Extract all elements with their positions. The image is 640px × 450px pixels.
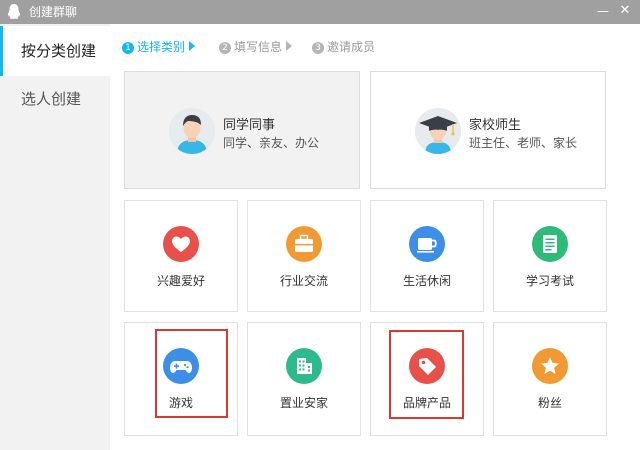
heart-icon (163, 226, 199, 262)
tile-label: 兴趣爱好 (156, 274, 205, 288)
step-arrow-icon (189, 41, 196, 51)
sidebar: 按分类创建 选人创建 (0, 24, 110, 450)
category-tile-hobbies[interactable]: 兴趣爱好 (124, 200, 238, 312)
building-icon (286, 348, 322, 384)
step-arrow-icon (286, 41, 293, 51)
step-fill-info: 2 填写信息 (219, 39, 293, 55)
tile-label: 行业交流 (279, 274, 328, 288)
card-title: 家校师生 (469, 118, 522, 133)
step-number: 1 (122, 42, 134, 54)
category-tile-study-exams[interactable]: 学习考试 (493, 200, 607, 312)
main-panel: 1 选择类别 2 填写信息 3 邀请成员 同学同事 同学、亲友、办公 家校师生 … (110, 24, 640, 450)
step-number: 3 (312, 42, 324, 54)
tile-label: 学习考试 (525, 274, 574, 288)
title-bar: 创建群聊 — ✕ (0, 0, 640, 24)
sidebar-item-create-by-people[interactable]: 选人创建 (0, 74, 110, 124)
tile-label: 生活休闲 (402, 274, 451, 288)
tile-label: 游戏 (168, 396, 193, 410)
category-tile-leisure[interactable]: 生活休闲 (370, 200, 484, 312)
coffee-cup-icon (409, 226, 445, 262)
category-tile-industry[interactable]: 行业交流 (247, 200, 361, 312)
category-card-school-teachers[interactable]: 家校师生 班主任、老师、家长 (370, 71, 606, 189)
card-subtitle: 同学、亲友、办公 (223, 136, 320, 150)
step-label: 选择类别 (137, 40, 186, 54)
card-title: 同学同事 (223, 118, 276, 133)
minimize-button[interactable]: — (594, 2, 612, 20)
star-icon (532, 348, 568, 384)
category-tile-brands[interactable]: 品牌产品 (370, 322, 484, 436)
briefcase-icon (286, 226, 322, 262)
gamepad-icon (163, 348, 199, 384)
graduation-cap-icon (415, 108, 461, 154)
step-label: 填写信息 (234, 40, 283, 54)
close-button[interactable]: ✕ (616, 2, 634, 20)
step-number: 2 (219, 42, 231, 54)
sidebar-item-create-by-category[interactable]: 按分类创建 (0, 26, 110, 76)
step-invite-members: 3 邀请成员 (312, 39, 375, 55)
tile-label: 粉丝 (537, 396, 562, 410)
tile-label: 置业安家 (279, 396, 328, 410)
category-tile-real-estate[interactable]: 置业安家 (247, 322, 361, 436)
document-icon (532, 226, 568, 262)
step-select-category: 1 选择类别 (122, 39, 196, 55)
price-tag-icon (409, 348, 445, 384)
category-card-classmates-colleagues[interactable]: 同学同事 同学、亲友、办公 (124, 71, 360, 189)
step-label: 邀请成员 (327, 40, 376, 54)
qq-penguin-icon (7, 4, 21, 19)
window-title: 创建群聊 (29, 5, 78, 19)
person-avatar-icon (169, 108, 215, 154)
card-subtitle: 班主任、老师、家长 (469, 136, 578, 150)
category-tile-fans[interactable]: 粉丝 (493, 322, 607, 436)
category-tile-games[interactable]: 游戏 (124, 322, 238, 436)
tile-label: 品牌产品 (402, 396, 451, 410)
